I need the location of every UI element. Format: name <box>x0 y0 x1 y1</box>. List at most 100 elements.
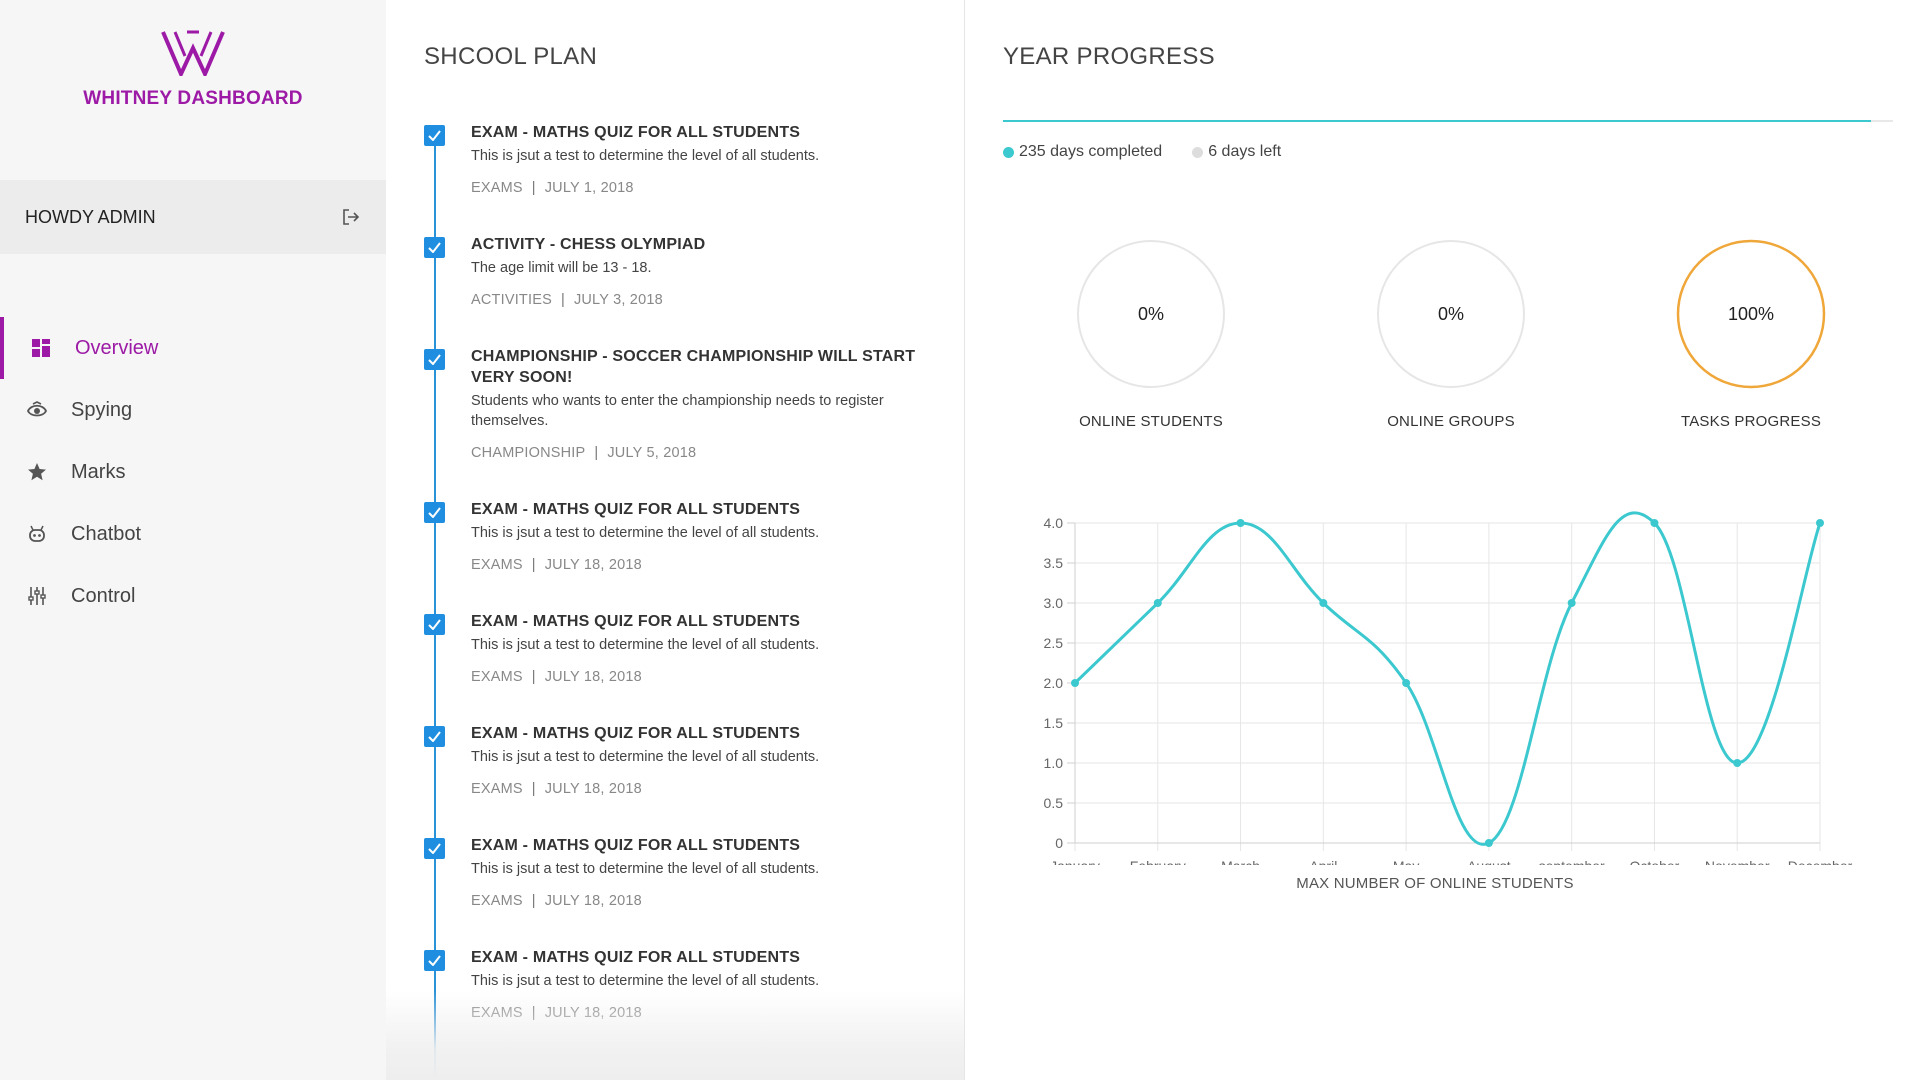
checkbox-checked-icon[interactable] <box>424 349 445 370</box>
x-tick-label: May <box>1393 858 1419 865</box>
timeline-item-date: JULY 18, 2018 <box>544 557 642 573</box>
checkbox-checked-icon[interactable] <box>424 614 445 635</box>
timeline-item-desc: This is jsut a test to determine the lev… <box>471 973 820 989</box>
y-tick-label: 0 <box>1055 835 1063 851</box>
data-point <box>1071 679 1079 687</box>
sidebar-item-spying[interactable]: Spying <box>0 379 386 441</box>
timeline-item: EXAM - MATHS QUIZ FOR ALL STUDENTS This i… <box>424 835 944 909</box>
gauge-tasks-progress: 100% TASKS PROGRESS <box>1675 238 1827 430</box>
gauge-label: TASKS PROGRESS <box>1680 413 1822 430</box>
completed-label: 235 days completed <box>1019 143 1163 160</box>
legend-left: 6 days left <box>1192 143 1281 161</box>
timeline-item-desc: This is jsut a test to determine the lev… <box>471 637 820 653</box>
timeline-item-category[interactable]: EXAMS <box>471 893 523 909</box>
x-tick-label: september <box>1539 858 1605 865</box>
gauge-online-students: 0% ONLINE STUDENTS <box>1075 238 1227 430</box>
school-plan-panel: SHCOOL PLAN EXAM - MATHS QUIZ FOR ALL ST… <box>386 0 964 1080</box>
data-point <box>1402 679 1411 687</box>
legend-completed: 235 days completed <box>1003 143 1162 161</box>
timeline-item-title: CHAMPIONSHIP - SOCCER CHAMPIONSHIP WILL … <box>471 348 916 386</box>
scroll-fade <box>386 990 964 1080</box>
timeline-item-meta: EXAMS | JULY 18, 2018 <box>471 893 944 909</box>
left-dot-icon <box>1192 146 1204 158</box>
checkbox-checked-icon[interactable] <box>424 237 445 258</box>
timeline-item-desc: The age limit will be 13 - 18. <box>471 260 652 276</box>
checkbox-checked-icon[interactable] <box>424 502 445 523</box>
timeline-item-category[interactable]: CHAMPIONSHIP <box>471 445 585 461</box>
timeline-item-title: EXAM - MATHS QUIZ FOR ALL STUDENTS <box>471 124 801 141</box>
logout-icon[interactable] <box>340 206 362 228</box>
data-point <box>1733 759 1742 767</box>
x-tick-label: March <box>1221 858 1260 865</box>
sliders-icon <box>25 584 49 608</box>
checkbox-checked-icon[interactable] <box>424 726 445 747</box>
data-point <box>1484 839 1493 847</box>
data-point <box>1153 599 1162 607</box>
timeline-item-category[interactable]: EXAMS <box>471 781 523 797</box>
timeline-item-meta: CHAMPIONSHIP | JULY 5, 2018 <box>471 445 944 461</box>
x-tick-label: February <box>1130 858 1186 865</box>
gauge-label: ONLINE GROUPS <box>1387 413 1515 430</box>
timeline-item: EXAM - MATHS QUIZ FOR ALL STUDENTS This i… <box>424 499 944 573</box>
timeline: EXAM - MATHS QUIZ FOR ALL STUDENTS This i… <box>424 122 944 1080</box>
brand-title: WHITNEY DASHBOARD <box>83 88 303 109</box>
timeline-item-title: EXAM - MATHS QUIZ FOR ALL STUDENTS <box>471 949 801 966</box>
timeline-item-meta: EXAMS | JULY 18, 2018 <box>471 781 944 797</box>
sidebar-item-label: Overview <box>75 336 159 359</box>
timeline-item: EXAM - MATHS QUIZ FOR ALL STUDENTS This i… <box>424 122 944 196</box>
timeline-item: ACTIVITY - CHESS OLYMPIAD The age limit w… <box>424 234 944 308</box>
sidebar-item-marks[interactable]: Marks <box>0 441 386 503</box>
meta-separator: | <box>531 781 536 797</box>
timeline-item-title: EXAM - MATHS QUIZ FOR ALL STUDENTS <box>471 613 801 630</box>
timeline-item-category[interactable]: EXAMS <box>471 669 523 685</box>
timeline-item-category[interactable]: EXAMS <box>471 557 523 573</box>
checkbox-checked-icon[interactable] <box>424 838 445 859</box>
sidebar-nav: Overview Spying Marks Chatbot Control <box>0 317 386 627</box>
eye-icon <box>25 398 49 422</box>
meta-separator: | <box>560 292 565 308</box>
sidebar-item-chatbot[interactable]: Chatbot <box>0 503 386 565</box>
sidebar: WHITNEY DASHBOARD HOWDY ADMIN Overview S… <box>0 0 386 1080</box>
year-progress-legend: 235 days completed 6 days left <box>1003 143 1311 161</box>
chart-xlabel: MAX NUMBER OF ONLINE STUDENTS <box>1296 875 1574 892</box>
data-point <box>1236 519 1245 527</box>
y-tick-label: 1.0 <box>1044 755 1064 771</box>
timeline-item-category[interactable]: EXAMS <box>471 180 523 196</box>
meta-separator: | <box>531 893 536 909</box>
timeline-item-meta: EXAMS | JULY 1, 2018 <box>471 180 944 196</box>
sidebar-item-label: Chatbot <box>71 522 142 545</box>
timeline-item-desc: This is jsut a test to determine the lev… <box>471 525 820 541</box>
timeline-item-date: JULY 18, 2018 <box>544 669 642 685</box>
timeline-item-date: JULY 18, 2018 <box>544 781 642 797</box>
year-progress-title: YEAR PROGRESS <box>1003 43 1215 70</box>
gauge-value: 100% <box>1727 303 1775 324</box>
timeline-item-meta: EXAMS | JULY 18, 2018 <box>471 669 944 685</box>
y-tick-label: 3.5 <box>1044 555 1064 571</box>
sidebar-item-label: Control <box>71 584 136 607</box>
timeline-item-desc: This is jsut a test to determine the lev… <box>471 861 820 877</box>
timeline-item-date: JULY 3, 2018 <box>573 292 663 308</box>
left-label: 6 days left <box>1208 143 1282 160</box>
sidebar-item-overview[interactable]: Overview <box>0 317 386 379</box>
meta-separator: | <box>594 445 599 461</box>
y-tick-label: 4.0 <box>1044 515 1064 531</box>
checkbox-checked-icon[interactable] <box>424 950 445 971</box>
line-chart: 0 0.5 1.0 1.5 2.0 2.5 3.0 3.5 4.0 January February… <box>1044 511 1853 874</box>
timeline-item-desc: This is jsut a test to determine the lev… <box>471 749 820 765</box>
dashboard-icon <box>29 336 53 360</box>
x-tick-label: November <box>1705 858 1770 865</box>
sidebar-item-control[interactable]: Control <box>0 565 386 627</box>
gauge-value: 0% <box>1137 303 1164 324</box>
sidebar-item-label: Marks <box>71 460 126 483</box>
gauge-label: ONLINE STUDENTS <box>1079 413 1223 430</box>
user-bar: HOWDY ADMIN <box>0 180 386 254</box>
timeline-item-category[interactable]: ACTIVITIES <box>471 292 552 308</box>
star-icon <box>25 460 49 484</box>
meta-separator: | <box>531 180 536 196</box>
school-plan-title: SHCOOL PLAN <box>424 43 598 70</box>
meta-separator: | <box>531 669 536 685</box>
timeline-item-desc: Students who wants to enter the champion… <box>471 393 884 429</box>
checkbox-checked-icon[interactable] <box>424 125 445 146</box>
w-logo-icon[interactable] <box>0 30 386 76</box>
data-point <box>1650 519 1659 527</box>
